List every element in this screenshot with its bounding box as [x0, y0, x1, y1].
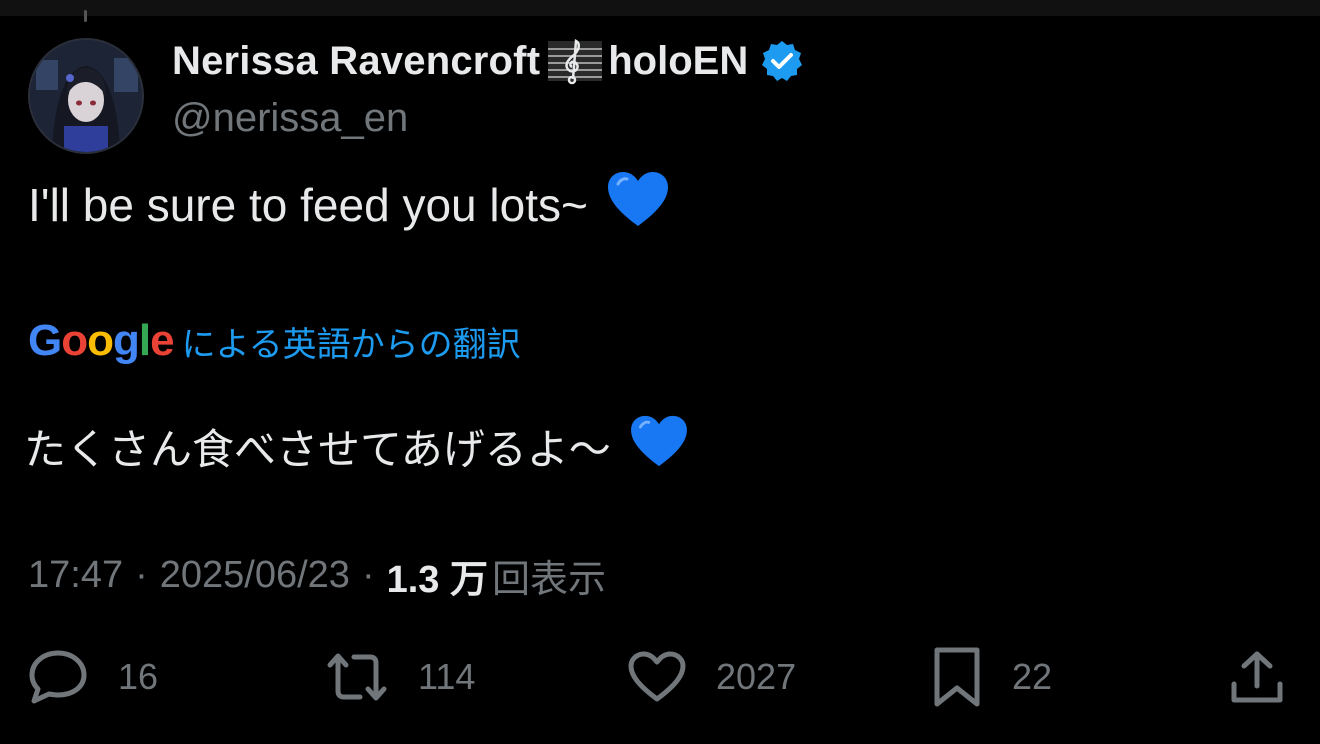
author-name-suffix[interactable]: holoEN — [608, 39, 748, 84]
translation-attribution[interactable]: Google による英語からの翻訳 — [28, 316, 521, 366]
retweet-icon — [327, 653, 387, 701]
bookmark-icon — [934, 647, 980, 707]
verified-badge-icon[interactable] — [760, 39, 804, 83]
avatar[interactable] — [28, 38, 144, 154]
author-name-row[interactable]: Nerissa Ravencroft holoEN — [172, 36, 804, 86]
status-bar-strip — [0, 0, 1320, 22]
like-count: 2027 — [716, 656, 797, 697]
views-count[interactable]: 1.3 万 — [387, 548, 488, 603]
tweet-time[interactable]: 17:47 — [28, 554, 123, 597]
like-button[interactable]: 2027 — [628, 646, 796, 708]
translated-text-body: たくさん食べさせてあげるよ～ — [24, 425, 611, 473]
blue-heart-icon — [606, 170, 670, 239]
meta-separator: · — [361, 554, 375, 596]
retweet-count: 114 — [418, 656, 476, 697]
reply-button[interactable]: 16 — [28, 646, 158, 708]
blue-heart-icon — [629, 414, 689, 478]
tweet-text: I'll be sure to feed you lots~ — [28, 170, 670, 239]
scroll-indicator — [84, 10, 87, 22]
google-logo: Google — [28, 316, 175, 365]
author-display-name[interactable]: Nerissa Ravencroft — [172, 39, 540, 84]
meta-separator: · — [135, 554, 148, 596]
tweet-meta: 17:47 · 2025/06/23 · 1.3 万 回表示 — [28, 548, 606, 603]
musical-score-icon — [546, 37, 604, 85]
views-label: 回表示 — [491, 559, 606, 601]
bookmark-count: 22 — [1012, 656, 1053, 697]
retweet-button[interactable]: 114 — [326, 646, 475, 708]
author-handle[interactable]: @nerissa_en — [172, 96, 408, 141]
reply-count: 16 — [118, 656, 159, 697]
avatar-image-icon — [30, 40, 142, 152]
tweet-date[interactable]: 2025/06/23 — [160, 554, 350, 597]
share-button[interactable] — [1230, 646, 1284, 708]
share-upload-icon — [1231, 651, 1283, 703]
tweet-text-body: I'll be sure to feed you lots~ — [28, 178, 588, 231]
heart-outline-icon — [628, 651, 686, 702]
bookmark-button[interactable]: 22 — [932, 646, 1052, 708]
reply-bubble-icon — [29, 650, 87, 704]
translated-text: たくさん食べさせてあげるよ～ — [24, 414, 689, 478]
translation-label[interactable]: による英語からの翻訳 — [182, 317, 521, 366]
